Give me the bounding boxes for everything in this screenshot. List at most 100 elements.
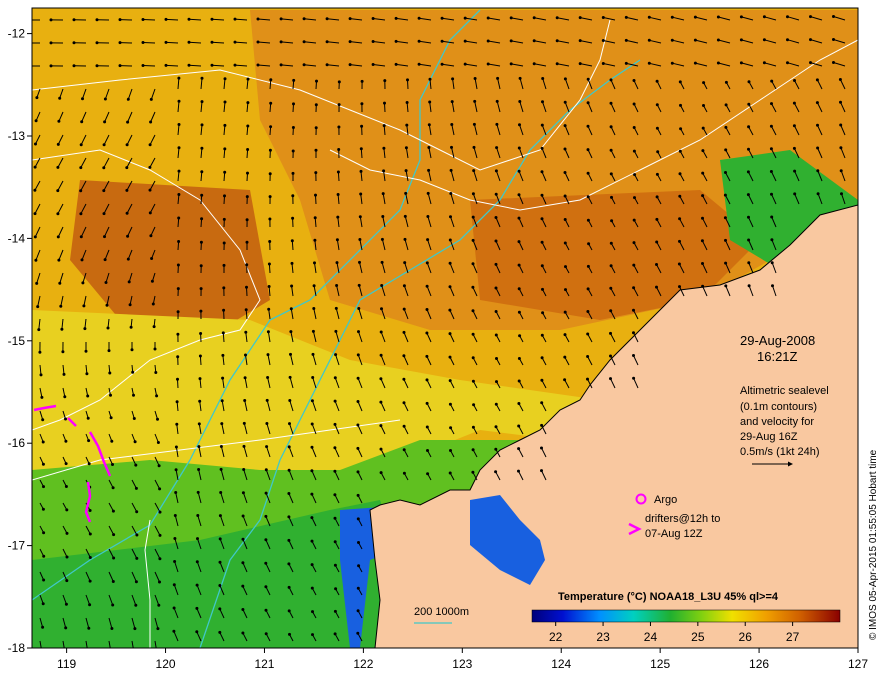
velocity-arrow-head (792, 146, 796, 150)
velocity-arrow-head (266, 353, 270, 357)
velocity-arrow-head (494, 169, 498, 173)
velocity-arrow-head (335, 261, 339, 265)
velocity-arrow-head (291, 149, 295, 153)
velocity-arrow-head (540, 356, 544, 360)
velocity-arrow-head (356, 376, 360, 380)
lon-tick-label: 127 (848, 657, 868, 671)
velocity-arrow (165, 41, 179, 44)
velocity-arrow-head (245, 285, 248, 289)
velocity-arrow-head (601, 16, 605, 19)
velocity-arrow-head (110, 627, 114, 630)
velocity-arrow-head (838, 78, 842, 81)
velocity-arrow-head (174, 468, 178, 472)
lat-tick-label: -17 (8, 539, 26, 553)
velocity-arrow-head (425, 354, 429, 358)
velocity-arrow-head (678, 149, 682, 153)
colorbar-tick-label: 26 (739, 630, 753, 644)
lat-tick-label: -15 (8, 334, 26, 348)
velocity-arrow-head (264, 538, 268, 542)
velocity-arrow-head (175, 400, 179, 404)
velocity-arrow-head (141, 18, 145, 21)
velocity-arrow-head (425, 401, 429, 405)
velocity-arrow-head (133, 627, 137, 631)
colorbar-tick-label: 27 (786, 630, 800, 644)
velocity-arrow (142, 19, 156, 21)
velocity-arrow-head (233, 63, 237, 67)
velocity-arrow-head (609, 101, 613, 105)
velocity-arrow-head (563, 147, 567, 151)
velocity-arrow-head (839, 146, 843, 150)
velocity-arrow-head (335, 284, 339, 287)
drifters-label-1: drifters@12h to (645, 513, 720, 525)
velocity-arrow-head (109, 393, 112, 397)
velocity-arrow-head (747, 238, 751, 242)
velocity-arrow-head (356, 493, 360, 497)
velocity-arrow-head (716, 38, 720, 42)
velocity-arrow-head (200, 146, 204, 150)
velocity-arrow-head (770, 261, 774, 265)
colorbar-tick-label: 25 (691, 630, 705, 644)
velocity-arrow-head (221, 331, 225, 335)
velocity-arrow-head (540, 401, 544, 405)
velocity-arrow-head (380, 307, 383, 311)
velocity-arrow-head (111, 603, 115, 607)
velocity-arrow-head (176, 332, 180, 336)
velocity-arrow-head (425, 331, 429, 335)
velocity-arrow-head (41, 602, 45, 606)
velocity-arrow-head (417, 39, 421, 43)
velocity-arrow-head (724, 261, 728, 265)
velocity-arrow-head (815, 101, 819, 105)
velocity-arrow-head (716, 15, 720, 19)
velocity-arrow-head (333, 632, 337, 636)
velocity-arrow-head (197, 422, 201, 426)
velocity-arrow-head (245, 240, 249, 244)
velocity-arrow-head (723, 216, 727, 220)
velocity-arrow-head (200, 170, 204, 174)
velocity-arrow-head (103, 120, 107, 124)
velocity-arrow-head (134, 486, 138, 490)
velocity-arrow-head (541, 287, 544, 291)
velocity-arrow-head (486, 16, 490, 20)
velocity-arrow-head (540, 423, 544, 427)
velocity-arrow-head (769, 147, 773, 151)
velocity-arrow-head (563, 100, 567, 104)
velocity-arrow-head (832, 61, 835, 64)
velocity-arrow-head (448, 238, 452, 242)
velocity-arrow-head (175, 422, 179, 426)
velocity-arrow-head (104, 281, 108, 284)
velocity-arrow-head (402, 377, 406, 381)
velocity-arrow-head (177, 240, 181, 243)
lon-tick-label: 124 (551, 657, 571, 671)
velocity-arrow-head (816, 146, 820, 150)
velocity-arrow-head (267, 262, 271, 266)
velocity-arrow-head (289, 330, 293, 334)
velocity-arrow-head (609, 264, 613, 268)
velocity-arrow-head (79, 235, 83, 239)
velocity-arrow-head (724, 80, 728, 84)
velocity-arrow-head (586, 195, 590, 199)
velocity-arrow-head (701, 149, 705, 153)
velocity-arrow-head (555, 16, 559, 20)
velocity-arrow-head (495, 99, 499, 103)
velocity-arrow-head (563, 218, 567, 221)
velocity-arrow-head (450, 145, 453, 149)
velocity-arrow-head (292, 78, 296, 82)
velocity-arrow-head (517, 216, 521, 220)
velocity-arrow-head (148, 188, 152, 192)
velocity-arrow-head (540, 333, 544, 337)
velocity-arrow-head (609, 125, 613, 129)
velocity-arrow-head (809, 15, 812, 19)
velocity-arrow-head (770, 102, 773, 106)
velocity-arrow-head (287, 585, 291, 589)
velocity-arrow-head (288, 422, 291, 426)
velocity-arrow-head (724, 125, 728, 129)
velocity-arrow-head (288, 399, 292, 402)
velocity-arrow-head (118, 41, 122, 45)
velocity-arrow-head (60, 327, 64, 331)
velocity-arrow-head (108, 371, 112, 375)
velocity-arrow-head (199, 309, 203, 313)
velocity-arrow-head (149, 97, 153, 101)
velocity-arrow-head (290, 239, 294, 243)
velocity-arrow-head (86, 394, 90, 398)
velocity-arrow-head (219, 467, 223, 471)
